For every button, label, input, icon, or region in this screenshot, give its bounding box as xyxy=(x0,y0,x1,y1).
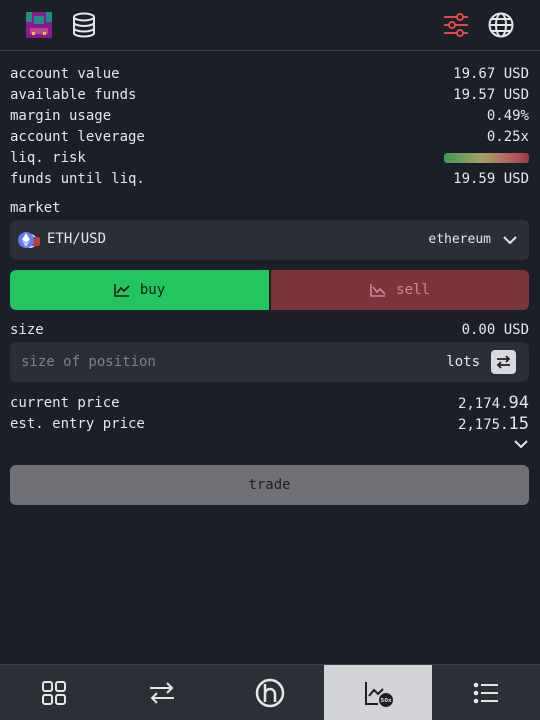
nav-item-grid[interactable] xyxy=(0,665,108,720)
sell-label: sell xyxy=(396,282,430,298)
chart-icon: 50x xyxy=(365,681,393,707)
size-value: 0.00 USD xyxy=(461,322,529,338)
eth-usd-icon xyxy=(18,232,40,248)
chart-down-icon xyxy=(370,284,386,297)
market-chain: ethereum xyxy=(428,232,491,247)
margin-usage-value: 0.49% xyxy=(486,107,529,124)
database-icon[interactable] xyxy=(71,12,97,38)
market-label: market xyxy=(10,200,61,216)
list-icon xyxy=(473,682,498,703)
funds-until-liq-label: funds until liq. xyxy=(10,170,145,187)
current-price-main: 2,174. xyxy=(457,395,509,412)
swap-unit-button[interactable] xyxy=(491,350,516,374)
current-price-tail: 94 xyxy=(508,392,529,413)
account-leverage-row: account leverage 0.25x xyxy=(10,126,529,147)
globe-icon[interactable] xyxy=(488,12,514,38)
entry-price-main: 2,175. xyxy=(457,416,509,433)
entry-price-value: 2,175.15 xyxy=(458,414,529,434)
nav-item-list[interactable] xyxy=(432,665,540,720)
chart-up-icon xyxy=(114,284,130,297)
settings-sliders-icon[interactable] xyxy=(443,12,469,38)
liq-risk-bar xyxy=(444,152,529,163)
available-funds-label: available funds xyxy=(10,86,137,103)
account-value-row: account value 19.67 USD xyxy=(10,63,529,84)
account-value: 19.67 USD xyxy=(453,65,529,82)
account-value-label: account value xyxy=(10,65,120,82)
swap-icon xyxy=(150,681,174,704)
trade-button[interactable]: trade xyxy=(10,465,529,505)
swap-arrows-icon xyxy=(496,355,511,369)
nav-item-swap[interactable] xyxy=(108,665,216,720)
liq-risk-row: liq. risk xyxy=(10,147,529,168)
size-input[interactable] xyxy=(10,342,430,382)
top-bar xyxy=(0,0,540,51)
entry-price-label: est. entry price xyxy=(10,415,145,432)
account-leverage-value: 0.25x xyxy=(486,128,529,145)
liq-risk-label: liq. risk xyxy=(10,149,86,166)
current-price-value: 2,174.94 xyxy=(458,393,529,413)
bottom-navigation: 50x xyxy=(0,664,540,720)
nav-item-trade[interactable]: 50x xyxy=(324,665,432,720)
available-funds-row: available funds 19.57 USD xyxy=(10,84,529,105)
buy-label: buy xyxy=(139,282,166,298)
buy-button[interactable]: buy xyxy=(10,270,269,310)
app-logo-icon[interactable] xyxy=(26,12,52,38)
price-summary: current price 2,174.94 est. entry price … xyxy=(10,392,529,434)
size-label: size xyxy=(10,322,44,338)
margin-usage-label: margin usage xyxy=(10,107,112,124)
available-funds-value: 19.57 USD xyxy=(453,86,529,103)
account-stats: account value 19.67 USD available funds … xyxy=(10,63,529,189)
margin-usage-row: margin usage 0.49% xyxy=(10,105,529,126)
brand-h-icon xyxy=(255,678,285,707)
size-row: size 0.00 USD xyxy=(10,320,529,340)
grid-icon xyxy=(42,680,66,705)
expand-details-icon[interactable] xyxy=(514,438,528,450)
entry-price-tail: 15 xyxy=(508,413,529,434)
size-field: lots xyxy=(10,342,529,382)
entry-price-row: est. entry price 2,175.15 xyxy=(10,413,529,434)
leverage-badge: 50x xyxy=(380,698,392,704)
current-price-label: current price xyxy=(10,394,120,411)
chevron-down-icon xyxy=(503,236,517,245)
market-pair: ETH/USD xyxy=(47,231,107,247)
funds-until-liq-row: funds until liq. 19.59 USD xyxy=(10,168,529,189)
market-selector[interactable]: ETH/USD ethereum xyxy=(10,220,529,260)
funds-until-liq-value: 19.59 USD xyxy=(453,170,529,187)
nav-item-home[interactable] xyxy=(216,665,324,720)
account-leverage-label: account leverage xyxy=(10,128,145,145)
size-unit: lots xyxy=(446,354,480,370)
sell-button[interactable]: sell xyxy=(271,270,529,310)
current-price-row: current price 2,174.94 xyxy=(10,392,529,413)
